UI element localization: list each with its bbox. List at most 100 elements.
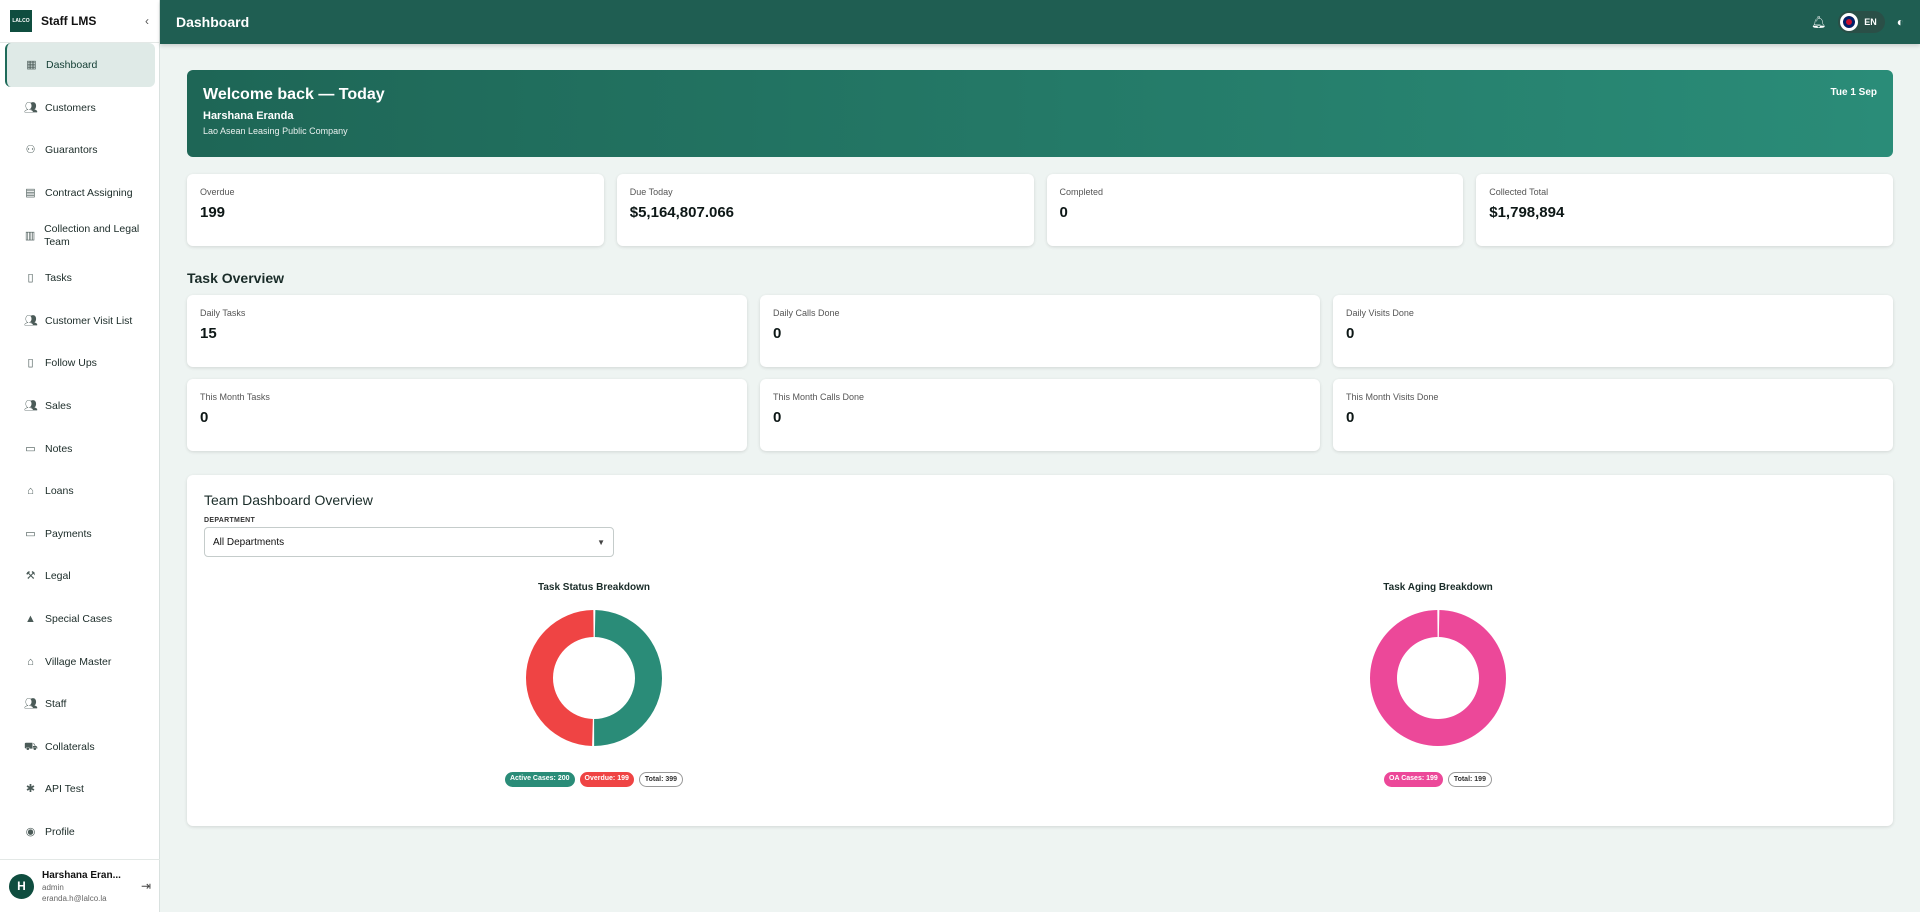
daily-visits-card: Daily Visits Done 0 (1333, 295, 1893, 367)
bank-icon: ⌂ (27, 485, 34, 498)
department-select[interactable]: All Departments ▼ (204, 527, 614, 557)
sidebar-item-special-cases[interactable]: ▲ Special Cases (0, 598, 159, 641)
building-icon: ▤ (25, 186, 36, 199)
sidebar-item-legal[interactable]: ⚒ Legal (0, 556, 159, 599)
daily-calls-card: Daily Calls Done 0 (760, 295, 1320, 367)
chart-title: Task Status Breakdown (537, 582, 651, 593)
sidebar-item-notes[interactable]: ▭ Notes (0, 428, 159, 471)
sidebar-item-label: Collaterals (45, 740, 95, 753)
sidebar-item-label: Profile (45, 825, 75, 838)
sidebar-item-customer-visit-list[interactable]: 👥︎ Customer Visit List (0, 300, 159, 343)
user-email: eranda.h@lalco.la (42, 893, 107, 903)
avatar[interactable]: H (9, 873, 34, 899)
sidebar-item-loans[interactable]: ⌂ Loans (0, 470, 159, 513)
stat-label: Completed (1059, 187, 1104, 197)
sidebar-item-label: Tasks (45, 272, 72, 285)
document-icon: ▯ (27, 357, 34, 370)
stat-value: 0 (1059, 204, 1068, 221)
team-dashboard-card: Team Dashboard Overview DEPARTMENT All D… (187, 475, 1893, 826)
chart-title: Task Aging Breakdown (1383, 582, 1493, 593)
stat-label: Daily Tasks (200, 308, 246, 318)
donut-slice-overdue[interactable] (526, 610, 594, 746)
sidebar-item-village-master[interactable]: ⌂ Village Master (0, 641, 159, 684)
table-icon: ▥ (24, 229, 36, 242)
monthly-task-row: This Month Tasks 0 This Month Calls Done… (187, 379, 1893, 451)
donut-slice-active-cases[interactable] (594, 610, 662, 746)
sidebar-item-tasks[interactable]: ▯ Tasks (0, 257, 159, 300)
sidebar-item-sales[interactable]: 👥︎ Sales (0, 385, 159, 428)
uk-flag-icon (1840, 13, 1859, 31)
sidebar-item-collection-and-legal-team[interactable]: ▥ Collection and Legal Team (0, 215, 159, 258)
document-icon: ▯ (27, 272, 34, 285)
sidebar-item-payments[interactable]: ▭ Payments (0, 513, 159, 556)
sidebar-item-label: Special Cases (45, 612, 113, 625)
stat-label: Overdue (200, 187, 235, 197)
stat-value: 0 (773, 409, 782, 426)
sidebar: LALCO Staff LMS ‹ ▦ Dashboard 👥︎ Customers ⚇… (0, 0, 160, 912)
warning-icon: ▲ (25, 612, 36, 625)
bell-icon[interactable]: 🔔︎ (1811, 15, 1826, 29)
collapse-sidebar-icon[interactable]: ‹ (145, 14, 149, 28)
team-dashboard-title: Team Dashboard Overview (204, 492, 373, 508)
people-icon: 👥︎ (24, 399, 38, 412)
department-label: DEPARTMENT (204, 517, 256, 524)
sidebar-item-api-test[interactable]: ✱ API Test (0, 769, 159, 812)
sidebar-item-label: Notes (45, 442, 73, 455)
stat-card-due-today: Due Today $5,164,807.066 (616, 174, 1034, 246)
sidebar-item-guarantors[interactable]: ⚇ Guarantors (0, 130, 159, 173)
gavel-icon: ⚒ (25, 570, 36, 583)
stat-value: $5,164,807.066 (629, 204, 735, 221)
sidebar-item-label: Payments (45, 527, 92, 540)
task-aging-donut (1370, 610, 1506, 746)
welcome-name: Harshana Eranda (203, 110, 294, 122)
language-switcher[interactable]: EN (1838, 11, 1885, 33)
sidebar-item-customers[interactable]: 👥︎ Customers (0, 87, 159, 130)
sidebar-item-label: Dashboard (46, 58, 98, 71)
sidebar-item-collaterals[interactable]: ⛟ Collaterals (0, 726, 159, 769)
welcome-banner: Welcome back — Today Harshana Eranda Lao… (187, 70, 1893, 157)
user-name: Harshana Eran... (42, 869, 121, 881)
sidebar-item-contract-assigning[interactable]: ▤ Contract Assigning (0, 172, 159, 215)
people-icon: 👥︎ (24, 101, 38, 114)
sidebar-item-label: Loans (45, 485, 74, 498)
month-visits-card: This Month Visits Done 0 (1333, 379, 1893, 451)
logout-icon[interactable]: ⇥ (141, 879, 151, 893)
donut-slice-oa-cases[interactable] (1370, 610, 1506, 746)
month-calls-card: This Month Calls Done 0 (760, 379, 1320, 451)
stat-card-completed: Completed 0 (1046, 174, 1464, 246)
stat-value: 0 (773, 325, 782, 342)
daily-tasks-card: Daily Tasks 15 (187, 295, 747, 367)
card-icon: ▭ (25, 527, 36, 540)
people-icon: 👥︎ (24, 314, 38, 327)
sidebar-item-label: Follow Ups (45, 357, 97, 370)
legend-total: Total: 399 (638, 772, 684, 787)
sidebar-item-dashboard[interactable]: ▦ Dashboard (5, 43, 155, 87)
brand-title: Staff LMS (41, 14, 97, 28)
sidebar-item-follow-ups[interactable]: ▯ Follow Ups (0, 343, 159, 386)
user-panel: H Harshana Eran... admin eranda.h@lalco.… (0, 859, 160, 912)
theme-toggle-icon[interactable]: ◐ (1897, 15, 1904, 29)
sidebar-item-label: Staff (45, 698, 67, 711)
sidebar-item-staff[interactable]: 👥︎ Staff (0, 683, 159, 726)
stat-card-overdue: Overdue 199 (187, 174, 604, 246)
brand-header: LALCO Staff LMS ‹ (0, 0, 159, 43)
month-tasks-card: This Month Tasks 0 (187, 379, 747, 451)
legend-oa-cases: OA Cases: 199 (1384, 772, 1443, 787)
department-selected-value: All Departments (213, 536, 285, 548)
task-status-legend: Active Cases: 200 Overdue: 199 Total: 39… (444, 772, 744, 787)
stat-value: 0 (1346, 325, 1355, 342)
user-info: Harshana Eran... admin eranda.h@lalco.la (42, 870, 141, 903)
sidebar-item-label: Customer Visit List (45, 314, 133, 327)
stat-value: 0 (1346, 409, 1355, 426)
stat-label: This Month Tasks (200, 392, 270, 402)
sidebar-item-label: Legal (45, 570, 71, 583)
stat-label: Daily Calls Done (773, 308, 840, 318)
chevron-down-icon: ▼ (597, 537, 605, 547)
legend-active-cases: Active Cases: 200 (504, 772, 575, 787)
welcome-heading: Welcome back — Today (203, 86, 385, 103)
welcome-date: Tue 1 Sep (1830, 87, 1878, 98)
stat-value: $1,798,894 (1489, 204, 1565, 221)
stat-value: 0 (200, 409, 209, 426)
sidebar-item-profile[interactable]: ◉ Profile (0, 811, 159, 854)
note-icon: ▭ (25, 442, 36, 455)
